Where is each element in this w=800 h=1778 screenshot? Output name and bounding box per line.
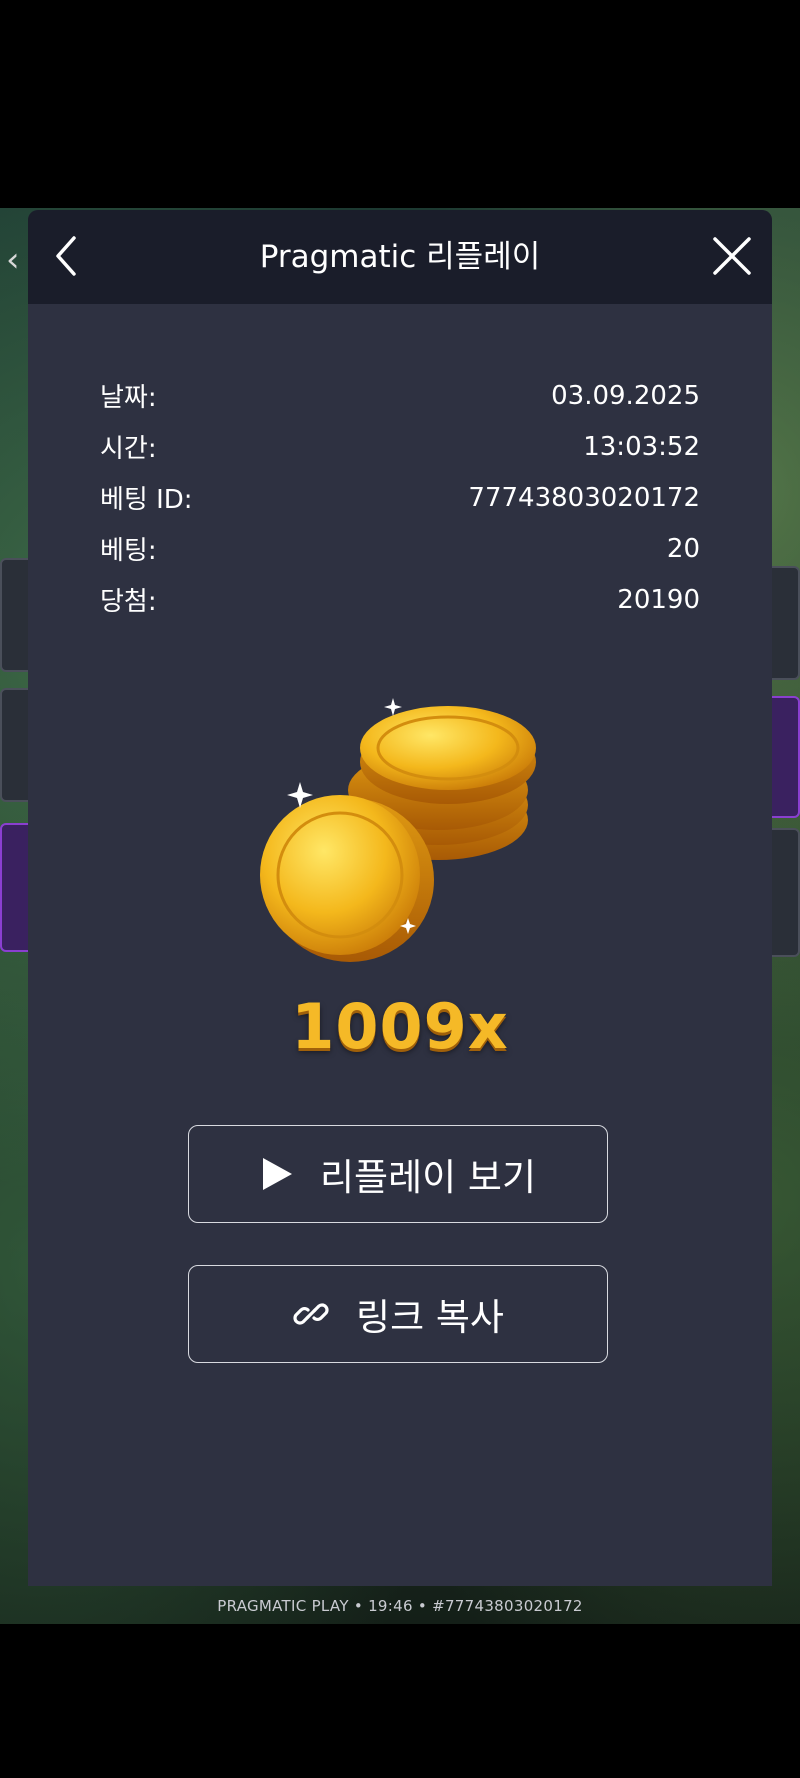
info-label: 시간: xyxy=(100,434,157,464)
info-value: 13:03:52 xyxy=(583,431,700,462)
copy-link-button[interactable]: 링크 복사 xyxy=(188,1265,608,1363)
modal-title: Pragmatic 리플레이 xyxy=(259,239,541,275)
background-back-icon[interactable]: ‹ xyxy=(6,240,20,280)
info-value: 20 xyxy=(666,533,700,564)
info-row-win: 당첨: 20190 xyxy=(100,574,700,625)
win-multiplier: 1009x xyxy=(291,990,509,1063)
link-icon xyxy=(293,1303,329,1325)
info-row-time: 시간: 13:03:52 xyxy=(100,421,700,472)
info-label: 베팅: xyxy=(100,536,157,566)
replay-modal: Pragmatic 리플레이 날짜: 03.09.2025 시간: 13:03:… xyxy=(28,210,772,1586)
info-label: 베팅 ID: xyxy=(100,485,193,515)
gold-coins-image xyxy=(258,670,558,980)
info-value: 20190 xyxy=(617,584,700,615)
info-value: 77743803020172 xyxy=(468,482,700,513)
info-row-bet: 베팅: 20 xyxy=(100,523,700,574)
modal-header: Pragmatic 리플레이 xyxy=(28,210,772,304)
play-icon xyxy=(262,1158,292,1190)
bet-info: 날짜: 03.09.2025 시간: 13:03:52 베팅 ID: 77743… xyxy=(100,370,700,625)
copy-link-label: 링크 복사 xyxy=(356,1296,504,1339)
view-replay-label: 리플레이 보기 xyxy=(319,1156,536,1199)
view-replay-button[interactable]: 리플레이 보기 xyxy=(188,1125,608,1223)
info-row-bet-id: 베팅 ID: 77743803020172 xyxy=(100,472,700,523)
background-footer-text: PRAGMATIC PLAY • 19:46 • #77743803020172 xyxy=(217,1597,583,1615)
close-icon[interactable] xyxy=(704,228,760,284)
info-value: 03.09.2025 xyxy=(551,380,700,411)
info-label: 당첨: xyxy=(100,587,157,617)
info-row-date: 날짜: 03.09.2025 xyxy=(100,370,700,421)
info-label: 날짜: xyxy=(100,383,157,413)
